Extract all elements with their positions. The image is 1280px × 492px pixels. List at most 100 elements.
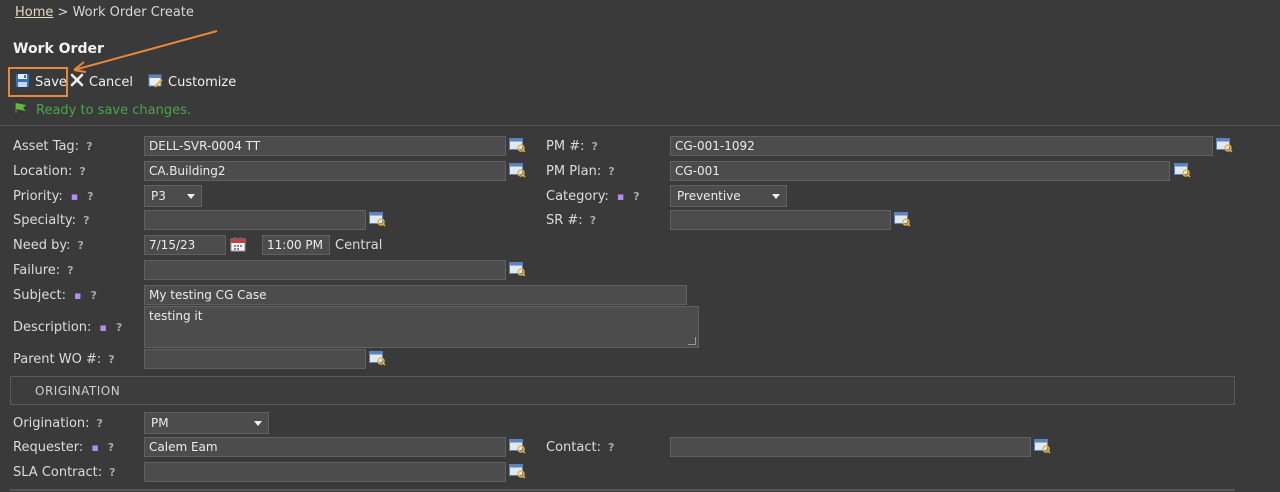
- asset-tag-label-text: Asset Tag:: [13, 138, 80, 154]
- help-icon[interactable]: ?: [109, 466, 115, 479]
- description-value: testing it: [149, 309, 203, 323]
- sr-no-field[interactable]: [670, 210, 891, 230]
- priority-select[interactable]: P3: [144, 185, 202, 207]
- lookup-icon[interactable]: [509, 439, 526, 454]
- origination-select[interactable]: PM: [144, 412, 269, 434]
- customize-icon: [148, 73, 163, 92]
- parent-wo-field[interactable]: [144, 349, 366, 369]
- save-button[interactable]: Save: [8, 67, 68, 97]
- lookup-icon[interactable]: [509, 138, 526, 153]
- required-marker: ▪: [73, 288, 82, 302]
- close-icon: [70, 73, 84, 91]
- pm-plan-field[interactable]: CG-001: [670, 161, 1170, 181]
- sr-no-label-text: SR #:: [546, 212, 583, 228]
- lookup-icon[interactable]: [1034, 439, 1051, 454]
- save-label: Save: [35, 74, 67, 90]
- help-icon[interactable]: ?: [608, 165, 614, 178]
- asset-tag-field[interactable]: DELL-SVR-0004 TT: [144, 136, 506, 156]
- pm-no-label-text: PM #:: [546, 138, 585, 154]
- origination-section-header[interactable]: ORIGINATION: [10, 376, 1235, 405]
- lookup-icon[interactable]: [369, 212, 386, 227]
- failure-label: Failure:?: [13, 260, 74, 280]
- origination-value: PM: [151, 416, 169, 430]
- required-marker: ▪: [70, 189, 79, 203]
- help-icon[interactable]: ?: [90, 289, 96, 302]
- resize-handle[interactable]: [688, 337, 696, 345]
- customize-button[interactable]: Customize: [148, 67, 236, 97]
- cancel-label: Cancel: [89, 74, 134, 90]
- priority-value: P3: [151, 189, 166, 203]
- requester-field[interactable]: Calem Eam: [144, 437, 506, 457]
- lookup-icon[interactable]: [509, 262, 526, 277]
- need-by-label: Need by:?: [13, 235, 84, 255]
- help-icon[interactable]: ?: [590, 214, 596, 227]
- subject-label: Subject: ▪?: [13, 285, 97, 305]
- description-label-text: Description:: [13, 319, 92, 335]
- category-label-text: Category:: [546, 188, 609, 204]
- status-message: Ready to save changes.: [14, 102, 191, 118]
- description-textarea[interactable]: testing it: [144, 306, 699, 348]
- chevron-down-icon: [254, 420, 262, 426]
- pm-no-field[interactable]: CG-001-1092: [670, 136, 1213, 156]
- specialty-field[interactable]: [144, 210, 366, 230]
- requester-label-text: Requester:: [13, 439, 84, 455]
- lookup-icon[interactable]: [1216, 138, 1233, 153]
- lookup-icon[interactable]: [509, 163, 526, 178]
- contact-label-text: Contact:: [546, 439, 601, 455]
- sla-contract-label: SLA Contract:?: [13, 462, 116, 482]
- chevron-down-icon: [772, 193, 780, 199]
- specialty-label: Specialty:?: [13, 210, 89, 230]
- pm-plan-label: PM Plan:?: [546, 161, 615, 181]
- description-label: Description: ▪?: [13, 317, 122, 337]
- priority-label-text: Priority:: [13, 188, 63, 204]
- help-icon[interactable]: ?: [116, 321, 122, 334]
- floppy-disk-icon: [15, 72, 30, 92]
- required-marker: ▪: [99, 320, 107, 334]
- sla-contract-field[interactable]: [144, 462, 506, 482]
- failure-field[interactable]: [144, 260, 506, 280]
- category-label: Category: ▪?: [546, 186, 640, 206]
- help-icon[interactable]: ?: [79, 165, 85, 178]
- lookup-icon[interactable]: [369, 351, 386, 366]
- breadcrumb-current: Work Order Create: [72, 5, 194, 20]
- sr-no-label: SR #:?: [546, 210, 596, 230]
- origination-label: Origination:?: [13, 413, 103, 433]
- help-icon[interactable]: ?: [633, 190, 639, 203]
- subject-label-text: Subject:: [13, 287, 66, 303]
- need-by-time-field[interactable]: 11:00 PM: [262, 235, 330, 255]
- contact-field[interactable]: [670, 437, 1031, 457]
- calendar-icon[interactable]: [230, 236, 246, 252]
- parent-wo-label-text: Parent WO #:: [13, 351, 102, 367]
- help-icon[interactable]: ?: [108, 353, 114, 366]
- location-field[interactable]: CA.Building2: [144, 161, 506, 181]
- category-value: Preventive: [677, 189, 741, 203]
- required-marker: ▪: [616, 189, 625, 203]
- help-icon[interactable]: ?: [86, 140, 92, 153]
- category-select[interactable]: Preventive: [670, 185, 787, 207]
- help-icon[interactable]: ?: [108, 441, 114, 454]
- help-icon[interactable]: ?: [608, 441, 614, 454]
- need-by-label-text: Need by:: [13, 237, 71, 253]
- help-icon[interactable]: ?: [77, 239, 83, 252]
- subject-field[interactable]: My testing CG Case: [144, 285, 687, 305]
- pm-no-label: PM #:?: [546, 136, 598, 156]
- specialty-label-text: Specialty:: [13, 212, 77, 228]
- lookup-icon[interactable]: [1174, 163, 1191, 178]
- breadcrumb-home-link[interactable]: Home: [15, 5, 53, 20]
- help-icon[interactable]: ?: [67, 264, 73, 277]
- help-icon[interactable]: ?: [97, 417, 103, 430]
- cancel-button[interactable]: Cancel: [70, 67, 133, 97]
- lookup-icon[interactable]: [509, 464, 526, 479]
- need-by-date-field[interactable]: 7/15/23: [144, 235, 226, 255]
- pm-plan-label-text: PM Plan:: [546, 163, 602, 179]
- help-icon[interactable]: ?: [591, 140, 597, 153]
- need-by-timezone: Central: [335, 237, 383, 253]
- customize-label: Customize: [168, 74, 237, 90]
- breadcrumb: Home > Work Order Create: [15, 5, 194, 20]
- lookup-icon[interactable]: [894, 212, 911, 227]
- help-icon[interactable]: ?: [83, 214, 89, 227]
- status-text: Ready to save changes.: [36, 102, 191, 118]
- location-label: Location:?: [13, 161, 86, 181]
- help-icon[interactable]: ?: [87, 190, 93, 203]
- priority-label: Priority: ▪?: [13, 186, 94, 206]
